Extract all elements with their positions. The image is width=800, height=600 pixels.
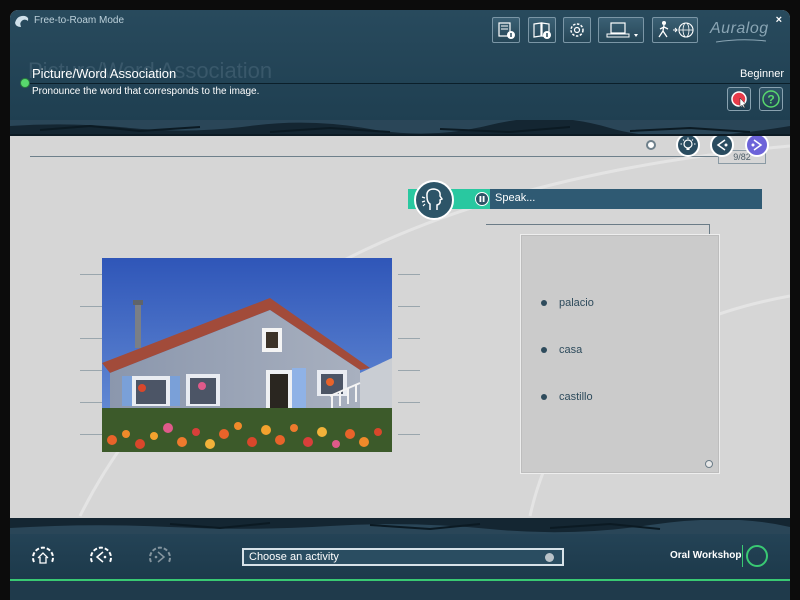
home-icon [32,546,54,564]
workshop-divider [742,545,743,567]
activity-title: Picture/Word Association [32,66,177,81]
bottom-bar: Choose an activity Oral Workshop [10,534,790,582]
frame-tick [398,434,420,435]
arrow-left-icon [716,139,728,151]
bullet-icon [541,347,547,353]
content-area: 9/82 Speak... palacio casa castillo [10,136,790,518]
computer-dropdown-icon [606,22,638,38]
connector-end [705,460,713,468]
frame-tick [80,338,102,339]
home-button[interactable] [30,544,56,570]
lightbulb-icon [680,137,696,150]
auralog-logo-icon [15,15,29,27]
speak-label: Speak... [495,192,536,204]
brand-swoosh-icon [716,39,766,43]
settings-button[interactable] [563,17,591,43]
back-button[interactable] [88,544,114,570]
frame-tick [398,338,420,339]
record-icon [731,91,747,109]
speaking-head-icon [421,188,444,210]
brand-logo: Auralog [710,20,769,37]
computer-menu-button[interactable] [598,17,644,43]
bottom-strip [10,581,790,600]
notepad-info-icon [498,22,515,39]
notepad-info-button[interactable] [492,17,520,43]
answer-option[interactable]: palacio [541,297,594,309]
house-photo [102,258,392,452]
bullet-icon [541,300,547,306]
header-bar: Free-to-Roam Mode × Auralog Picture/Word… [10,10,790,120]
activity-select-label: Choose an activity [249,551,339,563]
progress-knob[interactable] [646,140,656,150]
svg-text:?: ? [767,93,774,107]
progress-track [30,156,765,157]
frame-tick [80,306,102,307]
pause-icon [479,196,485,202]
answer-text: palacio [559,297,594,309]
arrow-right-icon [149,546,171,563]
bullet-icon [541,394,547,400]
walker-globe-button[interactable] [652,17,698,43]
arrow-right-icon [751,139,763,151]
answer-text: castillo [559,391,593,403]
activity-instruction: Pronounce the word that corresponds to t… [32,86,260,97]
answer-option[interactable]: casa [541,344,582,356]
help-button[interactable]: ? [759,87,783,111]
gear-icon [570,23,584,37]
select-knob-icon [545,553,554,562]
record-button[interactable] [727,87,751,111]
arrow-left-icon [90,546,112,563]
answers-panel: palacio casa castillo [520,234,720,474]
mode-label: Free-to-Roam Mode [34,15,125,26]
forward-button[interactable] [147,544,173,570]
frame-tick [80,370,102,371]
answer-option[interactable]: castillo [541,391,593,403]
decorative-band-bottom [10,518,790,534]
walker-globe-icon [658,21,694,38]
workshop-label: Oral Workshop [670,550,742,561]
close-button[interactable]: × [776,14,782,26]
help-icon: ? [762,90,780,108]
activity-select[interactable]: Choose an activity [242,548,564,566]
answer-text: casa [559,344,583,356]
frame-tick [80,402,102,403]
speak-button[interactable] [414,180,454,220]
book-info-icon [533,22,551,39]
decorative-band-top [10,120,790,136]
workshop-button[interactable] [746,545,768,567]
frame-tick [398,306,420,307]
app-window: Free-to-Roam Mode × Auralog Picture/Word… [10,10,790,600]
frame-tick [80,434,102,435]
connector-line [486,224,710,225]
level-label: Beginner [739,68,784,80]
book-info-button[interactable] [528,17,556,43]
title-divider [24,83,790,84]
frame-tick [398,370,420,371]
pause-button[interactable] [475,192,489,206]
status-indicator [20,78,30,88]
frame-tick [398,274,420,275]
frame-tick [80,274,102,275]
frame-tick [398,402,420,403]
